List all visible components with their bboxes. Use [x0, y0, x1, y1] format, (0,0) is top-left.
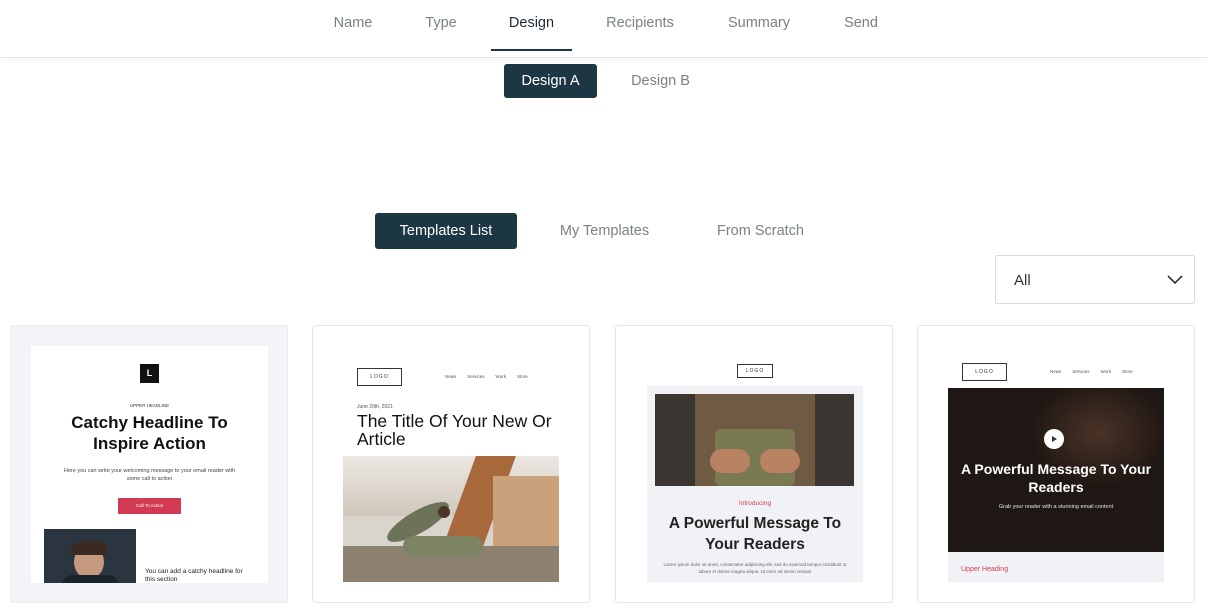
- from-scratch-tab[interactable]: From Scratch: [694, 213, 827, 249]
- mini-nav-item: Work: [495, 374, 506, 379]
- person-photo: [44, 529, 136, 583]
- hero-photo: A Powerful Message To Your Readers Grab …: [948, 388, 1164, 552]
- yoga-photo: [343, 456, 559, 582]
- template-subtext: Grab your reader with a stunning email c…: [998, 504, 1114, 510]
- mini-nav-item: Work: [1100, 369, 1111, 374]
- hero-panel: Introducing A Powerful Message To Your R…: [647, 386, 863, 582]
- article-date: June 20th, 2021: [357, 404, 393, 410]
- mini-nav-item: Services: [467, 374, 485, 379]
- mini-nav: News Services Work Store: [434, 374, 528, 379]
- step-name[interactable]: Name: [322, 0, 384, 51]
- template-card-1[interactable]: L UPPER HEADLINE Catchy Headline To Insp…: [10, 325, 288, 603]
- template-headline: A Powerful Message To Your Readers: [668, 515, 842, 553]
- mini-nav-item: Services: [1072, 369, 1090, 374]
- cta-button: Call To Action: [118, 498, 181, 514]
- template-body-text: Lorem ipsum dolor sit amet, consectetur …: [663, 562, 847, 574]
- logo-badge: L: [140, 364, 159, 383]
- hands-photo: [655, 394, 854, 486]
- step-design[interactable]: Design: [491, 0, 572, 51]
- upper-heading: Upper Heading: [961, 566, 1009, 573]
- template-preview-1: L UPPER HEADLINE Catchy Headline To Insp…: [31, 346, 268, 583]
- templates-list-tab[interactable]: Templates List: [375, 213, 517, 249]
- design-a-tab[interactable]: Design A: [504, 64, 597, 98]
- step-recipients[interactable]: Recipients: [598, 0, 682, 51]
- category-filter-select[interactable]: All: [995, 255, 1195, 304]
- step-nav: Name Type Design Recipients Summary Send: [0, 0, 1208, 58]
- mini-nav-item: News: [1050, 369, 1062, 374]
- step-summary[interactable]: Summary: [718, 0, 800, 51]
- design-b-tab[interactable]: Design B: [614, 64, 707, 98]
- template-card-3[interactable]: LOGO Introducing A Powerful Message To Y…: [615, 325, 893, 603]
- mini-nav-item: Store: [516, 374, 528, 379]
- template-headline: A Powerful Message To Your Readers: [960, 461, 1152, 495]
- chevron-down-icon: [1167, 275, 1183, 285]
- logo-placeholder: LOGO: [357, 368, 402, 386]
- logo-placeholder: LOGO: [962, 363, 1007, 381]
- template-body-text: Here you can write your welcoming messag…: [63, 468, 236, 482]
- category-filter-value: All: [1014, 272, 1031, 289]
- my-templates-tab[interactable]: My Templates: [540, 213, 669, 249]
- template-card-4[interactable]: LOGO News Services Work Store A Powerful Me…: [917, 325, 1195, 603]
- mini-nav-item: Store: [1121, 369, 1133, 374]
- upper-headline: UPPER HEADLINE: [129, 403, 170, 408]
- mini-nav: News Services Work Store: [1039, 369, 1133, 374]
- mini-nav-item: News: [445, 374, 457, 379]
- footer-strip: Upper Heading: [948, 552, 1164, 582]
- article-title: The Title Of Your New Or Article: [357, 411, 552, 449]
- step-type[interactable]: Type: [415, 0, 467, 51]
- play-icon: [1044, 429, 1064, 449]
- intro-label: Introducing: [738, 500, 772, 507]
- logo-placeholder: LOGO: [737, 364, 773, 378]
- template-headline: Catchy Headline To Inspire Action: [71, 413, 228, 453]
- step-send[interactable]: Send: [835, 0, 887, 51]
- side-text: You can add a catchy headline for this s…: [145, 568, 243, 583]
- template-card-2[interactable]: LOGO News Services Work Store June 20th, 20…: [312, 325, 590, 603]
